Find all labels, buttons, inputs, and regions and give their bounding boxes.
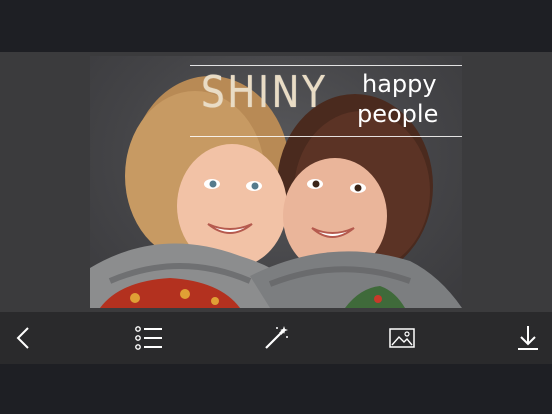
back-button[interactable] [2,312,46,364]
magic-wand-icon [265,326,288,349]
bottom-toolbar [0,312,552,364]
title-rule-bottom [190,136,462,137]
list-button[interactable] [127,312,171,364]
top-bar [0,0,552,52]
title-rule-top [190,65,462,66]
back-chevron-icon [16,327,29,349]
editor-canvas: SHINY happy people [0,52,552,312]
effects-button[interactable] [254,312,298,364]
download-button[interactable] [506,312,550,364]
image-button[interactable] [380,312,424,364]
subtitle-line-1: happy [362,70,437,98]
headline-text: SHINY [201,67,328,118]
image-icon [389,328,415,348]
download-icon [518,326,538,350]
photo-frame[interactable]: SHINY happy people [90,56,462,308]
bottom-bar [0,364,552,414]
list-icon [135,326,162,350]
subtitle-line-2: people [357,100,439,128]
